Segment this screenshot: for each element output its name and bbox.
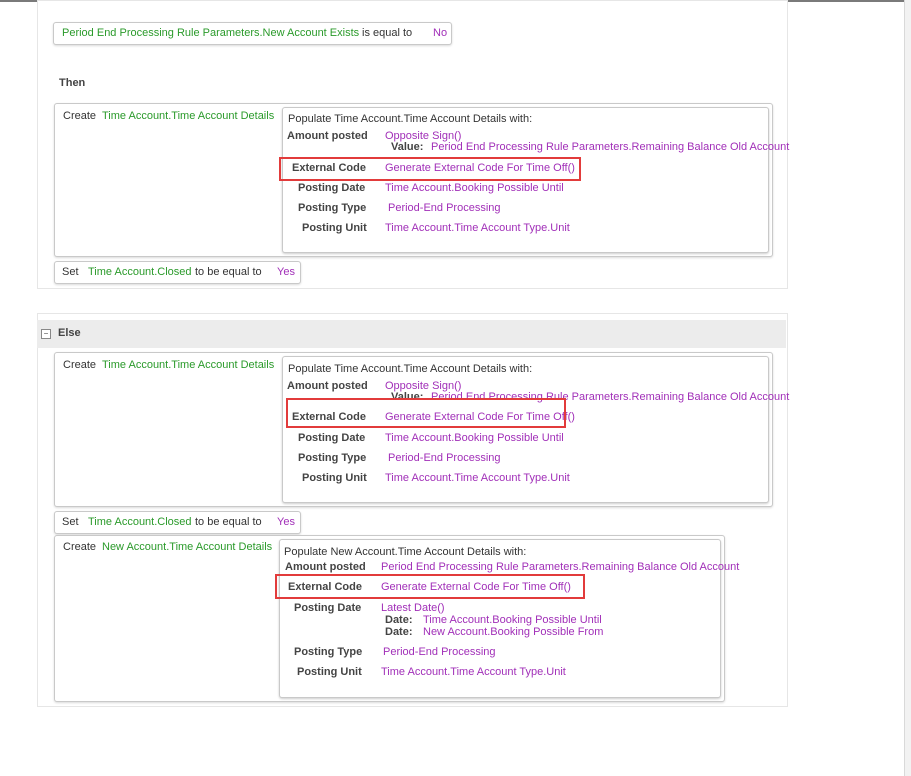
else-new-external-code-highlight <box>275 574 585 599</box>
then-posting-type-value[interactable]: Period-End Processing <box>388 202 501 215</box>
then-posting-type-label: Posting Type <box>298 202 367 214</box>
else-create-box[interactable]: Create Time Account.Time Account Details… <box>54 352 789 507</box>
then-set-keyword: Set <box>62 266 79 278</box>
else-new-posting-unit-value[interactable]: Time Account.Time Account Type.Unit <box>381 666 566 679</box>
then-create-target[interactable]: Time Account.Time Account Details <box>102 110 274 123</box>
else-set-operator: to be equal to <box>195 516 262 528</box>
else-set-box[interactable]: Set Time Account.Closed to be equal to Y… <box>54 511 301 534</box>
then-set-value[interactable]: Yes <box>277 266 295 279</box>
else-new-date2-label: Date: <box>385 626 413 638</box>
then-amount-label: Amount posted <box>287 130 368 142</box>
else-create-new-box[interactable]: Create New Account.Time Account Details … <box>54 535 739 702</box>
else-set-value[interactable]: Yes <box>277 516 295 529</box>
collapse-icon[interactable]: − <box>41 329 51 339</box>
else-posting-unit-label: Posting Unit <box>302 472 367 484</box>
then-set-box[interactable]: Set Time Account.Closed to be equal to Y… <box>54 261 301 284</box>
else-set-keyword: Set <box>62 516 79 528</box>
else-posting-date-label: Posting Date <box>298 432 366 444</box>
then-value-text[interactable]: Period End Processing Rule Parameters.Re… <box>431 141 789 154</box>
else-new-populate-box: Populate New Account.Time Account Detail… <box>279 539 739 698</box>
condition-field[interactable]: Period End Processing Rule Parameters.Ne… <box>62 27 359 40</box>
else-heading: Else <box>58 327 81 339</box>
then-set-target[interactable]: Time Account.Closed <box>88 266 192 279</box>
else-external-code-highlight <box>286 398 566 428</box>
window-scroll-edge[interactable] <box>904 0 911 776</box>
else-amount-label: Amount posted <box>287 380 368 392</box>
then-populate-title: Populate Time Account.Time Account Detai… <box>288 113 533 125</box>
else-create-new-keyword: Create <box>63 541 97 553</box>
else-create-new-target[interactable]: New Account.Time Account Details <box>102 541 272 554</box>
then-value-label: Value: <box>391 141 424 153</box>
else-populate-box: Populate Time Account.Time Account Detai… <box>282 356 789 503</box>
else-new-posting-type-value[interactable]: Period-End Processing <box>383 646 496 659</box>
then-create-keyword: Create <box>63 110 97 122</box>
else-set-target[interactable]: Time Account.Closed <box>88 516 192 529</box>
else-posting-type-value[interactable]: Period-End Processing <box>388 452 501 465</box>
else-new-posting-unit-label: Posting Unit <box>297 666 362 678</box>
condition-operator: is equal to <box>362 27 413 39</box>
else-create-target[interactable]: Time Account.Time Account Details <box>102 359 274 372</box>
then-set-operator: to be equal to <box>195 266 262 278</box>
else-new-populate-title: Populate New Account.Time Account Detail… <box>284 546 527 558</box>
then-heading: Then <box>59 77 86 89</box>
else-populate-title: Populate Time Account.Time Account Detai… <box>288 363 533 375</box>
else-new-amount-label: Amount posted <box>285 561 366 573</box>
else-create-keyword: Create <box>63 359 97 371</box>
else-new-date2-value[interactable]: New Account.Booking Possible From <box>423 626 603 639</box>
else-new-amount-value[interactable]: Period End Processing Rule Parameters.Re… <box>381 561 739 574</box>
then-posting-unit-value[interactable]: Time Account.Time Account Type.Unit <box>385 222 570 235</box>
condition-box[interactable]: Period End Processing Rule Parameters.Ne… <box>53 22 452 45</box>
else-posting-date-value[interactable]: Time Account.Booking Possible Until <box>385 432 564 445</box>
then-posting-date-label: Posting Date <box>298 182 366 194</box>
else-posting-unit-value[interactable]: Time Account.Time Account Type.Unit <box>385 472 570 485</box>
else-new-posting-type-label: Posting Type <box>294 646 363 658</box>
then-posting-unit-label: Posting Unit <box>302 222 367 234</box>
else-posting-type-label: Posting Type <box>298 452 367 464</box>
then-posting-date-value[interactable]: Time Account.Booking Possible Until <box>385 182 564 195</box>
else-header[interactable]: − Else <box>37 320 786 348</box>
condition-value[interactable]: No <box>433 27 447 40</box>
then-external-code-highlight <box>279 157 581 181</box>
else-new-posting-date-label: Posting Date <box>294 602 362 614</box>
